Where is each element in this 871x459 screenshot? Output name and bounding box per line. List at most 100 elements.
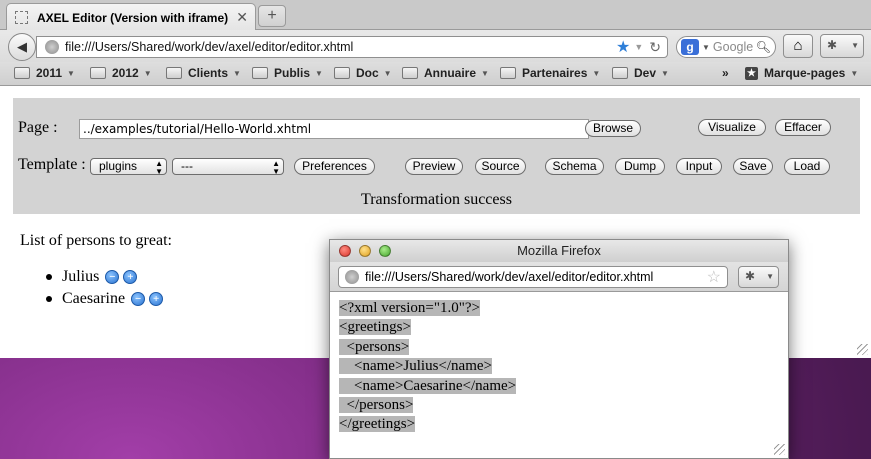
bookmark-folder-2012[interactable]: 2012 ▼ [90, 66, 152, 80]
bookmark-folder-2011[interactable]: 2011 ▼ [14, 66, 75, 80]
save-button[interactable]: Save [733, 158, 773, 175]
folder-icon [252, 67, 268, 79]
xml-line: <persons> [339, 338, 516, 357]
xml-line-text: <name>Caesarine</name> [339, 377, 517, 394]
page-path-input[interactable]: ../examples/tutorial/Hello-World.xhtml [79, 119, 589, 139]
search-icon[interactable]: 🔍︎ [756, 40, 771, 54]
bookmark-label: Annuaire [424, 66, 477, 80]
xml-line: </persons> [339, 396, 516, 415]
template-select-value: plugins [99, 159, 138, 173]
close-tab-icon[interactable]: ✕ [236, 9, 248, 26]
bookmark-folder-clients[interactable]: Clients ▼ [166, 66, 241, 80]
template-file-select[interactable]: --- ▲ ▼ [172, 158, 284, 176]
chevron-down-icon[interactable]: ▼ [851, 35, 859, 56]
template-select[interactable]: plugins ▲ ▼ [90, 158, 167, 176]
popup-url-text[interactable]: file:///Users/Shared/work/dev/axel/edito… [365, 270, 707, 284]
minimize-window-icon[interactable] [359, 245, 371, 257]
bookmark-folder-publis[interactable]: Publis ▼ [252, 66, 323, 80]
person-name[interactable]: Caesarine [62, 290, 125, 308]
popup-titlebar[interactable]: Mozilla Firefox [330, 240, 788, 262]
page-label: Page : [18, 119, 58, 136]
globe-icon [345, 270, 359, 284]
template-label: Template : [18, 156, 86, 173]
bookmark-folder-annuaire[interactable]: Annuaire ▼ [402, 66, 489, 80]
popup-title: Mozilla Firefox [517, 243, 601, 258]
extension-button[interactable]: ✱ ▼ [820, 34, 864, 58]
chevron-down-icon: ▼ [592, 68, 601, 78]
bookmark-label: Dev [634, 66, 657, 80]
xml-line: <name>Caesarine</name> [339, 377, 517, 396]
load-button[interactable]: Load [784, 158, 830, 175]
bookmark-label: 2011 [36, 66, 63, 80]
bookmark-folder-dev[interactable]: Dev ▼ [612, 66, 669, 80]
folder-icon [166, 67, 182, 79]
reload-icon[interactable]: ↻ [649, 39, 661, 56]
bookmark-folder-partenaires[interactable]: Partenaires ▼ [500, 66, 600, 80]
xml-line-text: <?xml version="1.0"?> [339, 300, 480, 316]
source-button[interactable]: Source [475, 158, 526, 175]
xml-line-text: <greetings> [339, 319, 411, 336]
chevron-down-icon: ▼ [67, 68, 75, 78]
bullet-icon [46, 274, 52, 280]
google-engine-icon[interactable]: g [681, 39, 699, 55]
folder-icon [14, 67, 30, 79]
dump-button[interactable]: Dump [615, 158, 665, 175]
bookmarks-overflow-button[interactable]: » [722, 66, 729, 80]
search-input[interactable]: Google [713, 40, 756, 54]
input-button[interactable]: Input [676, 158, 722, 175]
template-file-select-value: --- [181, 159, 193, 173]
bookmark-star-icon[interactable]: ☆ [707, 267, 721, 287]
list-item: Caesarine − + [46, 288, 164, 310]
xml-line-text: </persons> [339, 397, 414, 414]
xml-line: <name>Julius</name> [339, 357, 516, 376]
bookmarks-toolbar: 2011 ▼ 2012 ▼ Clients ▼ Publis ▼ Doc ▼ Annuai… [0, 62, 871, 86]
visualize-button[interactable]: Visualize [698, 119, 766, 136]
search-box[interactable]: g ▼ Google 🔍︎ [676, 36, 776, 58]
folder-icon [612, 67, 628, 79]
chevron-down-icon: ▼ [315, 68, 323, 78]
tab-strip: AXEL Editor (Version with iframe) ✕ + [0, 0, 871, 31]
add-item-icon[interactable]: + [123, 270, 138, 284]
xml-dump: <?xml version="1.0"?> <greetings> <perso… [339, 299, 517, 435]
bookmarks-star-icon: ★ [745, 66, 758, 80]
chevron-down-icon: ▼ [661, 68, 669, 78]
url-text[interactable]: file:///Users/Shared/work/dev/axel/edito… [65, 40, 616, 54]
remove-item-icon[interactable]: − [105, 270, 120, 284]
bullet-icon [46, 296, 52, 302]
popup-window: Mozilla Firefox file:///Users/Shared/wor… [329, 239, 789, 459]
folder-icon [500, 67, 516, 79]
back-button[interactable]: ◀ [8, 33, 36, 61]
remove-item-icon[interactable]: − [131, 292, 146, 306]
clear-button[interactable]: Effacer [775, 119, 831, 136]
status-message: Transformation success [361, 191, 512, 208]
close-window-icon[interactable] [339, 245, 351, 257]
url-dropdown-icon[interactable]: ▼ [634, 42, 643, 52]
engine-dropdown-icon[interactable]: ▼ [702, 43, 710, 52]
tab-title: AXEL Editor (Version with iframe) [37, 10, 229, 25]
popup-extension-button[interactable]: ✱ ▼ [738, 266, 779, 288]
xml-line: </greetings> [339, 415, 516, 434]
browse-button[interactable]: Browse [585, 120, 641, 137]
tab-axel-editor[interactable]: AXEL Editor (Version with iframe) ✕ [6, 3, 256, 31]
folder-icon [90, 67, 106, 79]
bug-icon: ✱ [745, 269, 756, 283]
add-item-icon[interactable]: + [149, 292, 164, 306]
xml-line: <greetings> [339, 318, 516, 337]
globe-icon [45, 40, 59, 54]
resize-grip-icon[interactable] [857, 344, 868, 355]
person-name[interactable]: Julius [62, 268, 99, 286]
resize-grip-icon[interactable] [774, 444, 785, 455]
bookmarks-menu[interactable]: ★ Marque-pages ▼ [745, 66, 858, 80]
new-tab-button[interactable]: + [258, 5, 286, 27]
zoom-window-icon[interactable] [379, 245, 391, 257]
chevron-down-icon[interactable]: ▼ [766, 267, 774, 286]
schema-button[interactable]: Schema [545, 158, 604, 175]
bookmark-star-icon[interactable]: ★ [616, 37, 630, 57]
preferences-button[interactable]: Preferences [294, 158, 375, 175]
url-bar[interactable]: file:///Users/Shared/work/dev/axel/edito… [36, 36, 668, 58]
navigation-bar: file:///Users/Shared/work/dev/axel/edito… [0, 30, 871, 62]
bookmark-folder-doc[interactable]: Doc ▼ [334, 66, 392, 80]
home-button[interactable]: ⌂ [783, 34, 813, 58]
preview-button[interactable]: Preview [405, 158, 463, 175]
popup-url-bar[interactable]: file:///Users/Shared/work/dev/axel/edito… [338, 266, 728, 288]
